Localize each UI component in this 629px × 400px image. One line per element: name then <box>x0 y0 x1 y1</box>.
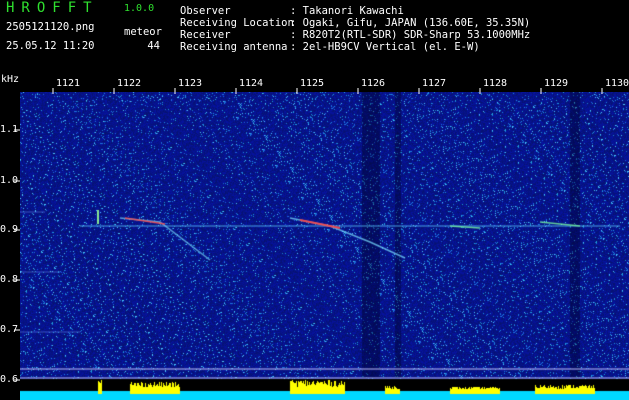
y-tick-label: 0.7 <box>0 324 19 335</box>
x-tick-label: 1122 <box>117 78 142 89</box>
y-tick-label: 1.1 <box>0 124 19 135</box>
y-tick-label: 1.0 <box>0 175 19 186</box>
location-value: : Ogaki, Gifu, JAPAN (136.60E, 35.35N) <box>290 17 531 29</box>
x-tick-label: 1124 <box>239 78 264 89</box>
x-axis-labels: 1121 1122 1123 1124 1125 1126 1127 1128 1129 1130 <box>0 78 629 92</box>
x-tick-label: 1128 <box>483 78 508 89</box>
x-tick-label: 1126 <box>361 78 386 89</box>
header: HROFFT 1.0.0 2505121120.png 25.05.12 11:… <box>0 0 629 72</box>
x-tick-label: 1129 <box>544 78 569 89</box>
receiver-label: Receiver <box>180 29 231 41</box>
x-tick-label: 1127 <box>422 78 447 89</box>
antenna-value: : 2el-HB9CV Vertical (el. E-W) <box>290 41 480 53</box>
x-tick-label: 1130 <box>605 78 629 89</box>
y-tick-label: 0.8 <box>0 274 19 285</box>
antenna-label: Receiving antenna <box>180 41 288 53</box>
y-tick-label: 0.6 <box>0 374 19 385</box>
observer-label: Observer <box>180 5 231 17</box>
spectrogram <box>20 92 629 400</box>
meteor-count: 44 <box>147 40 160 52</box>
meteor-label: meteor <box>124 26 162 38</box>
app-version: 1.0.0 <box>124 3 155 14</box>
app-title: HROFFT <box>6 0 99 16</box>
receiver-value: : R820T2(RTL-SDR) SDR-Sharp 53.1000MHz <box>290 29 531 41</box>
y-tick-label: 0.9 <box>0 224 19 235</box>
datetime: 25.05.12 11:20 <box>6 40 95 52</box>
spectrogram-canvas <box>20 92 629 400</box>
x-tick-label: 1121 <box>56 78 81 89</box>
filename: 2505121120.png <box>6 21 95 33</box>
x-tick-label: 1123 <box>178 78 203 89</box>
x-tick-label: 1125 <box>300 78 325 89</box>
observer-value: : Takanori Kawachi <box>290 5 404 17</box>
location-label: Receiving Location <box>180 17 294 29</box>
